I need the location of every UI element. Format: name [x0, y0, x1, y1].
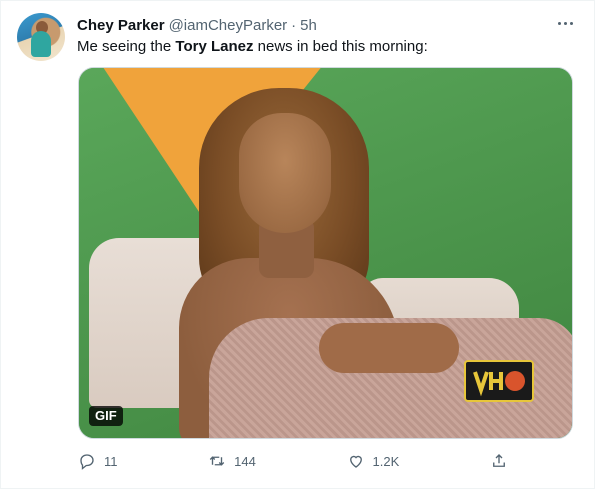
tweet-card[interactable]: Chey Parker @iamCheyParker · 5h Me seein…	[0, 0, 595, 489]
tweet-header: Chey Parker @iamCheyParker · 5h	[77, 15, 554, 35]
user-handle[interactable]: @iamCheyParker	[169, 17, 288, 34]
share-button[interactable]	[490, 452, 508, 470]
vh1-logo-graphic	[469, 364, 529, 398]
vh1-logo	[464, 360, 534, 402]
like-count: 1.2K	[372, 453, 400, 469]
gif-media[interactable]: GIF	[78, 67, 573, 439]
avatar-figure	[31, 31, 51, 57]
share-icon	[493, 454, 505, 467]
display-name[interactable]: Chey Parker	[77, 17, 165, 34]
reply-button[interactable]: 11	[78, 452, 118, 470]
tweet-text-prefix: Me seeing the	[77, 38, 176, 55]
like-button[interactable]: 1.2K	[347, 452, 400, 470]
tweet-text: Me seeing the Tory Lanez news in bed thi…	[77, 37, 574, 57]
reply-count: 11	[104, 453, 118, 469]
gif-badge: GIF	[89, 406, 123, 426]
action-bar: 11 144 1.2K	[78, 450, 508, 472]
more-icon[interactable]	[554, 13, 576, 33]
tweet-text-bold: Tory Lanez	[175, 38, 254, 55]
tweet-text-suffix: news in bed this morning:	[253, 38, 428, 55]
media-hands	[319, 323, 459, 373]
timestamp[interactable]: 5h	[300, 17, 317, 34]
separator: ·	[291, 16, 297, 34]
retweet-count: 144	[234, 453, 256, 469]
retweet-icon	[209, 456, 225, 466]
like-icon	[349, 455, 362, 468]
media-face	[239, 113, 331, 233]
reply-icon	[80, 454, 94, 470]
avatar[interactable]	[17, 13, 65, 61]
retweet-button[interactable]: 144	[208, 452, 256, 470]
